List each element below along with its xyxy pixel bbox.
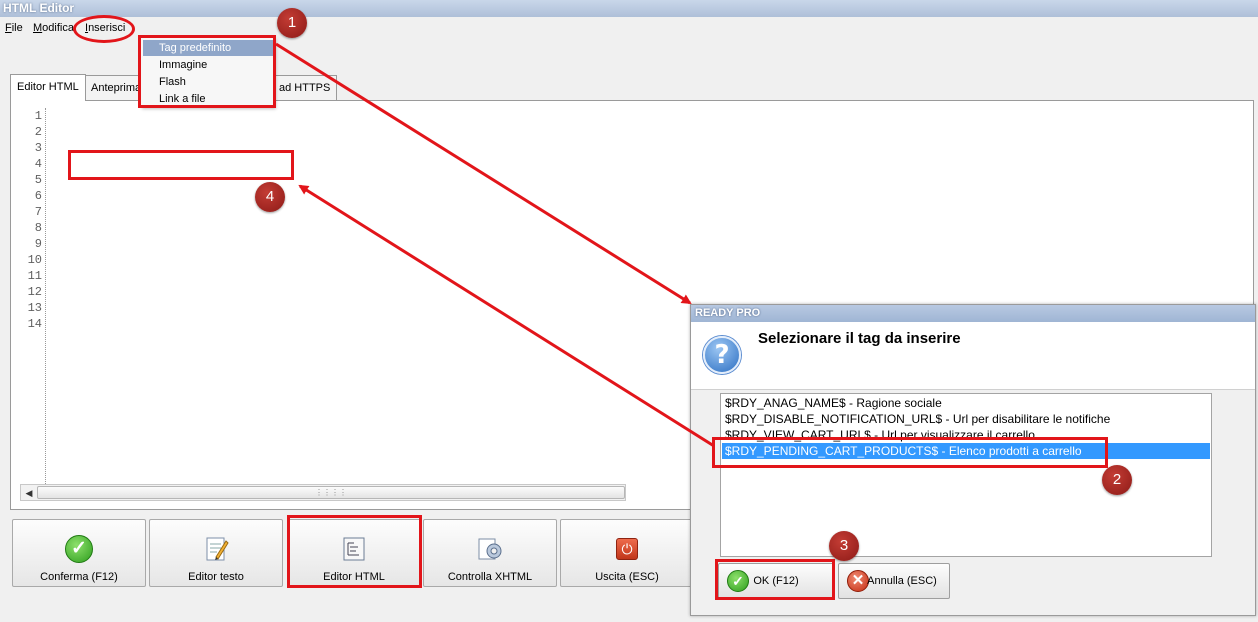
line-number: 8 — [34, 221, 42, 235]
conferma-label: Conferma (F12) — [40, 571, 118, 583]
window-title: HTML Editor — [0, 0, 1258, 17]
dropdown-highlight — [138, 35, 276, 108]
tab-https[interactable]: ad HTTPS — [266, 75, 338, 100]
line-number: 7 — [34, 205, 42, 219]
inserted-tag-highlight — [68, 150, 294, 180]
step-badge-3: 3 — [829, 531, 859, 561]
tag-list[interactable]: $RDY_ANAG_NAME$ - Ragione sociale $RDY_D… — [720, 393, 1212, 557]
line-number-gutter: 1 2 3 4 5 6 7 8 9 10 11 12 13 14 — [20, 108, 46, 484]
scroll-left-icon[interactable]: ◀ — [23, 487, 35, 499]
line-number: 9 — [34, 237, 42, 251]
line-number: 3 — [34, 141, 42, 155]
step-badge-2: 2 — [1102, 465, 1132, 495]
editor-testo-label: Editor testo — [188, 571, 244, 583]
uscita-label: Uscita (ESC) — [595, 571, 659, 583]
step-badge-4: 4 — [255, 182, 285, 212]
text-editor-icon — [202, 535, 230, 563]
line-number: 11 — [27, 269, 42, 283]
line-number: 5 — [34, 173, 42, 187]
selected-tag-highlight — [712, 437, 1108, 468]
tab-editor-html[interactable]: Editor HTML — [10, 74, 86, 101]
horizontal-scrollbar[interactable]: ◀ ⋮⋮⋮⋮ — [20, 484, 626, 501]
menu-file[interactable]: File — [5, 22, 23, 34]
editor-testo-button[interactable]: Editor testo — [149, 519, 283, 587]
menu-modifica[interactable]: Modifica — [33, 22, 74, 34]
dialog-heading: Selezionare il tag da inserire — [758, 330, 961, 347]
line-number: 13 — [27, 301, 42, 315]
tag-list-item[interactable]: $RDY_ANAG_NAME$ - Ragione sociale — [722, 395, 1210, 411]
annulla-label: Annulla (ESC) — [867, 575, 937, 587]
controlla-xhtml-label: Controlla XHTML — [447, 571, 533, 583]
exit-icon: ⏻ — [613, 535, 641, 563]
dialog-title: READY PRO — [691, 305, 1255, 322]
inserisci-highlight — [73, 15, 135, 43]
question-icon: ? — [703, 336, 741, 374]
line-number: 1 — [34, 109, 42, 123]
scrollbar-thumb[interactable]: ⋮⋮⋮⋮ — [37, 486, 625, 499]
check-icon: ✓ — [65, 535, 93, 563]
line-number: 10 — [27, 253, 42, 267]
ok-highlight — [715, 559, 835, 600]
step-badge-1: 1 — [277, 8, 307, 38]
line-number: 6 — [34, 189, 42, 203]
uscita-button[interactable]: ⏻ Uscita (ESC) — [560, 519, 694, 587]
annulla-button[interactable]: ✕ Annulla (ESC) — [838, 563, 950, 599]
line-number: 2 — [34, 125, 42, 139]
line-number: 4 — [34, 157, 42, 171]
line-number: 12 — [27, 285, 42, 299]
dialog-header: ? Selezionare il tag da inserire — [691, 322, 1255, 390]
conferma-button[interactable]: ✓ Conferma (F12) — [12, 519, 146, 587]
tag-list-item[interactable]: $RDY_DISABLE_NOTIFICATION_URL$ - Url per… — [722, 411, 1210, 427]
controlla-xhtml-button[interactable]: Controlla XHTML — [423, 519, 557, 587]
line-number: 14 — [27, 317, 42, 331]
xhtml-check-icon — [476, 535, 504, 563]
editor-html-highlight — [287, 515, 422, 588]
